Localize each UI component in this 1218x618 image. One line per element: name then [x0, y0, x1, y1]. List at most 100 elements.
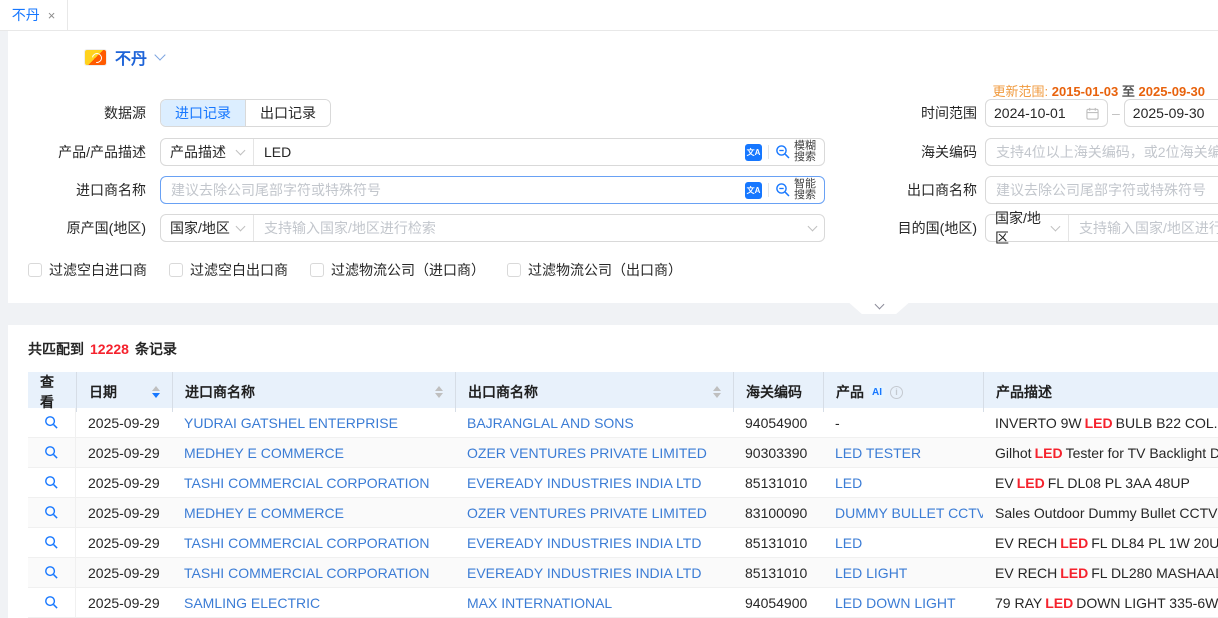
checkbox-icon[interactable]: [310, 263, 324, 277]
importer-link[interactable]: TASHI COMMERCIAL CORPORATION: [172, 528, 455, 557]
translate-icon[interactable]: 文A: [745, 182, 762, 199]
date-from-input[interactable]: 2024-10-01: [985, 99, 1108, 127]
import-records-tab[interactable]: 进口记录: [161, 100, 245, 126]
importer-link[interactable]: MEDHEY E COMMERCE: [172, 438, 455, 467]
filter-checkbox-2[interactable]: 过滤物流公司（进口商）: [310, 260, 485, 280]
cell-description: EVLEDFL DL08 PL 3AA 48UP: [983, 468, 1218, 497]
col-date[interactable]: 日期: [76, 372, 172, 412]
filter-checkbox-1[interactable]: 过滤空白出口商: [169, 260, 288, 280]
view-record-button[interactable]: [28, 468, 76, 497]
info-icon[interactable]: i: [890, 386, 903, 399]
cell-description: GilhotLEDTester for TV Backlight De...: [983, 438, 1218, 467]
time-range-label: 时间范围: [788, 103, 977, 123]
origin-type-value: 国家/地区: [170, 218, 230, 238]
col-description: 产品描述: [983, 372, 1218, 412]
importer-link[interactable]: YUDRAI GATSHEL ENTERPRISE: [172, 408, 455, 437]
cell-description: EV RECHLEDFL DL280 MASHAAL 10...: [983, 558, 1218, 587]
filter-checkbox-0[interactable]: 过滤空白进口商: [28, 260, 147, 280]
importer-search-group: 建议去除公司尾部字符或特殊符号 文A 智能搜索: [160, 176, 825, 204]
tab-bhutan[interactable]: 不丹 ×: [0, 0, 68, 30]
cell-description: 79 RAYLEDDOWN LIGHT 335-6W: [983, 588, 1218, 617]
origin-country-input[interactable]: 支持输入国家/地区进行检索: [254, 215, 801, 241]
cell-date: 2025-09-29: [76, 438, 172, 467]
importer-link[interactable]: SAMLING ELECTRIC: [172, 588, 455, 617]
sort-icon-date[interactable]: [152, 386, 160, 398]
divider: [768, 183, 769, 197]
sort-icon-importer[interactable]: [435, 386, 443, 398]
view-record-button[interactable]: [28, 408, 76, 437]
view-record-button[interactable]: [28, 588, 76, 617]
translate-icon[interactable]: 文A: [745, 144, 762, 161]
cell-date: 2025-09-29: [76, 408, 172, 437]
cell-product: -: [823, 408, 983, 437]
importer-link[interactable]: TASHI COMMERCIAL CORPORATION: [172, 468, 455, 497]
destination-input[interactable]: 支持输入国家/地区进行检索: [1069, 215, 1218, 241]
country-selector[interactable]: 不丹: [85, 45, 164, 69]
checkbox-label: 过滤物流公司（出口商）: [528, 260, 682, 280]
chevron-down-icon: [236, 222, 246, 232]
update-range-to-word: 至: [1122, 84, 1135, 99]
date-to-input[interactable]: 2025-09-30: [1124, 99, 1218, 127]
checkbox-icon[interactable]: [169, 263, 183, 277]
product-link[interactable]: LED LIGHT: [823, 558, 983, 587]
update-range-from: 2015-01-03: [1052, 84, 1119, 99]
data-source-segmented: 进口记录 出口记录: [160, 99, 331, 127]
exporter-link[interactable]: OZER VENTURES PRIVATE LIMITED: [455, 498, 733, 527]
cell-description: Sales Outdoor Dummy Bullet CCTV C...: [983, 498, 1218, 527]
exporter-link[interactable]: BAJRANGLAL AND SONS: [455, 408, 733, 437]
col-importer[interactable]: 进口商名称: [172, 372, 455, 412]
view-record-button[interactable]: [28, 528, 76, 557]
view-record-button[interactable]: [28, 558, 76, 587]
date-range-dash: –: [1108, 105, 1124, 121]
hs-code-input[interactable]: 支持4位以上海关编码，或2位海关编码加上: [985, 138, 1218, 166]
checkbox-icon[interactable]: [507, 263, 521, 277]
exporter-link[interactable]: EVEREADY INDUSTRIES INDIA LTD: [455, 528, 733, 557]
chevron-down-icon: [236, 146, 246, 156]
importer-search-input[interactable]: 建议去除公司尾部字符或特殊符号: [161, 177, 737, 203]
collapse-filters-button[interactable]: [846, 300, 912, 314]
product-link[interactable]: DUMMY BULLET CCTV...: [823, 498, 983, 527]
col-exporter-label: 出口商名称: [468, 382, 538, 402]
product-link[interactable]: LED: [823, 468, 983, 497]
product-link[interactable]: LED TESTER: [823, 438, 983, 467]
view-record-button[interactable]: [28, 498, 76, 527]
sort-icon-exporter[interactable]: [713, 386, 721, 398]
filter-checkbox-3[interactable]: 过滤物流公司（出口商）: [507, 260, 682, 280]
table-row: 2025-09-29YUDRAI GATSHEL ENTERPRISEBAJRA…: [28, 408, 1218, 438]
destination-type-select[interactable]: 国家/地区: [986, 215, 1069, 241]
product-link[interactable]: LED: [823, 528, 983, 557]
magnifier-icon: [44, 505, 59, 520]
product-label: 产品/产品描述: [8, 142, 146, 162]
origin-type-select[interactable]: 国家/地区: [161, 215, 254, 241]
magnifier-icon: [44, 595, 59, 610]
cell-date: 2025-09-29: [76, 498, 172, 527]
export-records-tab[interactable]: 出口记录: [245, 100, 330, 126]
tab-close-icon[interactable]: ×: [48, 9, 56, 22]
exporter-label: 出口商名称: [788, 180, 977, 200]
product-search-input[interactable]: LED: [254, 139, 737, 165]
results-count: 12228: [84, 341, 135, 357]
exporter-link[interactable]: MAX INTERNATIONAL: [455, 588, 733, 617]
view-record-button[interactable]: [28, 438, 76, 467]
cell-date: 2025-09-29: [76, 558, 172, 587]
exporter-link[interactable]: OZER VENTURES PRIVATE LIMITED: [455, 438, 733, 467]
product-type-select[interactable]: 产品描述: [161, 139, 254, 165]
checkbox-label: 过滤空白进口商: [49, 260, 147, 280]
cell-hs-code: 90303390: [733, 438, 823, 467]
checkbox-icon[interactable]: [28, 263, 42, 277]
exporter-link[interactable]: EVEREADY INDUSTRIES INDIA LTD: [455, 558, 733, 587]
table-row: 2025-09-29TASHI COMMERCIAL CORPORATIONEV…: [28, 558, 1218, 588]
product-link[interactable]: LED DOWN LIGHT: [823, 588, 983, 617]
cell-date: 2025-09-29: [76, 528, 172, 557]
divider: [768, 145, 769, 159]
table-row: 2025-09-29TASHI COMMERCIAL CORPORATIONEV…: [28, 528, 1218, 558]
exporter-link[interactable]: EVEREADY INDUSTRIES INDIA LTD: [455, 468, 733, 497]
magnifier-icon: [44, 535, 59, 550]
importer-link[interactable]: TASHI COMMERCIAL CORPORATION: [172, 558, 455, 587]
importer-link[interactable]: MEDHEY E COMMERCE: [172, 498, 455, 527]
country-name: 不丹: [115, 45, 147, 69]
magnifier-icon: [44, 475, 59, 490]
exporter-name-input[interactable]: 建议去除公司尾部字符或特殊符号: [985, 176, 1218, 204]
col-exporter[interactable]: 出口商名称: [455, 372, 733, 412]
table-row: 2025-09-29MEDHEY E COMMERCEOZER VENTURES…: [28, 498, 1218, 528]
